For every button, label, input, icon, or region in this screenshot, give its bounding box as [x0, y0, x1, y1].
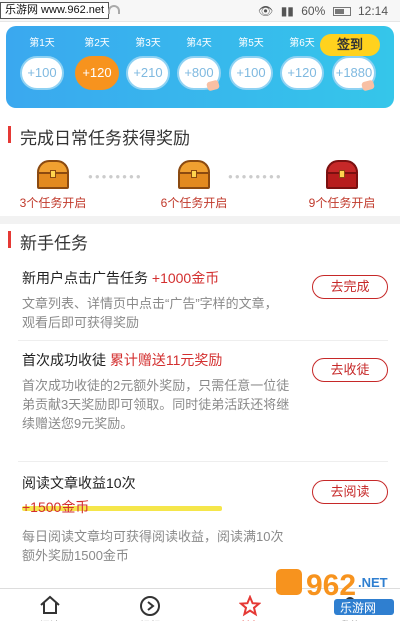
- checkin-card: 第1天 +100 第2天 +120 第3天 +210 第4天 +800 第5天 …: [6, 26, 394, 108]
- clock: 12:14: [357, 4, 388, 18]
- watermark: 乐游网 www.962.net: [0, 2, 110, 19]
- go-read-button[interactable]: 去阅读: [312, 480, 388, 504]
- coin-reward: +120: [75, 56, 119, 90]
- task-title: 首次成功收徒: [22, 352, 106, 368]
- logo-text: 962: [306, 569, 356, 602]
- tab-read[interactable]: 阅读: [0, 589, 100, 621]
- task-desc: 每日阅读文章均可获得阅读收益，阅读满10次额外奖励1500金币: [22, 529, 284, 563]
- task-first-apprentice: 首次成功收徒 累计赠送11元奖励 首次成功收徒的2元额外奖励，只需任意一位徒弟贡…: [22, 350, 290, 433]
- task-reward: +1500金币: [22, 499, 90, 515]
- day-label: 第3天: [135, 38, 161, 49]
- checkin-day-4[interactable]: 第4天 +800: [174, 26, 224, 90]
- coin-reward: +100: [20, 56, 64, 90]
- eye-icon: 👁: [258, 4, 274, 18]
- task-separator: [18, 340, 388, 341]
- watermark-logo: 962 .NET 乐游网: [276, 569, 394, 615]
- progress-dots: ●●●●●●●●: [88, 172, 143, 181]
- status-right: 👁 ▮▮ 60% 12:14: [254, 4, 388, 18]
- coin-reward: +120: [280, 56, 324, 90]
- checkin-day-2[interactable]: 第2天 +120: [72, 26, 122, 90]
- battery-icon: [332, 7, 351, 17]
- wifi-icon: [108, 5, 120, 14]
- tab-label: 视频: [100, 617, 200, 621]
- task-title-row: 新用户点击广告任务 +1000金币: [22, 268, 290, 288]
- play-circle-icon: [140, 596, 160, 616]
- task-separator: [18, 461, 388, 462]
- signal-icon: ▮▮: [280, 4, 294, 18]
- day-label: 第1天: [29, 38, 55, 49]
- tab-label: 我的: [300, 617, 400, 621]
- task-reward: +1000金币: [151, 270, 220, 286]
- recruit-apprentice-button[interactable]: 去收徒: [312, 358, 388, 382]
- day-label: 第5天: [238, 38, 264, 49]
- task-reward: 累计赠送11元奖励: [109, 352, 223, 368]
- task-ad-click: 新用户点击广告任务 +1000金币 文章列表、详情页中点击“广告”字样的文章，观…: [22, 268, 290, 332]
- coin-reward-gift: +800: [177, 56, 221, 90]
- chest-icon[interactable]: [35, 160, 71, 190]
- task-desc: 首次成功收徒的2元额外奖励，只需任意一位徒弟贡献3天奖励即可领取。同时徒弟活跃还…: [22, 378, 290, 431]
- chest-label: 3个任务开启: [19, 196, 87, 210]
- chest-icon[interactable]: [324, 160, 360, 190]
- logo-sub: 乐游网: [340, 601, 376, 615]
- newbie-section-title: 新手任务: [8, 229, 88, 254]
- checkin-day-5[interactable]: 第5天 +100: [226, 26, 276, 90]
- task-title-row: 首次成功收徒 累计赠送11元奖励: [22, 350, 290, 370]
- task-title: 新用户点击广告任务: [22, 270, 148, 286]
- task-title: 阅读文章收益10次: [22, 475, 136, 491]
- home-icon: [40, 595, 60, 614]
- chest-label: 9个任务开启: [308, 196, 376, 210]
- task-read-articles: 阅读文章收益10次 +1500金币 每日阅读文章均可获得阅读收益，阅读满10次额…: [22, 473, 290, 565]
- checkin-day-1[interactable]: 第1天 +100: [17, 26, 67, 90]
- go-complete-button[interactable]: 去完成: [312, 275, 388, 299]
- day-label: 第2天: [84, 38, 110, 49]
- tab-video[interactable]: 视频: [100, 589, 200, 621]
- coin-reward-gift: +1880: [332, 56, 376, 90]
- coin-reward: +210: [126, 56, 170, 90]
- checkin-day-6[interactable]: 第6天 +120: [277, 26, 327, 90]
- checkin-day-3[interactable]: 第3天 +210: [123, 26, 173, 90]
- battery-text: 60%: [301, 4, 326, 18]
- chest-label: 6个任务开启: [160, 196, 228, 210]
- checkin-button[interactable]: 签到: [320, 34, 380, 56]
- section-divider: [0, 216, 400, 224]
- chest-icon[interactable]: [176, 160, 212, 190]
- star-icon: [239, 595, 261, 617]
- tab-label: 任务: [200, 617, 300, 621]
- task-desc: 文章列表、详情页中点击“广告”字样的文章，观看后即可获得奖励: [22, 296, 278, 330]
- tab-label: 阅读: [0, 617, 100, 621]
- status-bar: 乐游网 www.962.net 👁 ▮▮ 60% 12:14: [0, 0, 400, 22]
- daily-section-title: 完成日常任务获得奖励: [8, 124, 190, 149]
- logo-net: .NET: [358, 575, 388, 590]
- day-label: 第4天: [186, 38, 212, 49]
- coin-reward: +100: [229, 56, 273, 90]
- progress-dots: ●●●●●●●●: [228, 172, 283, 181]
